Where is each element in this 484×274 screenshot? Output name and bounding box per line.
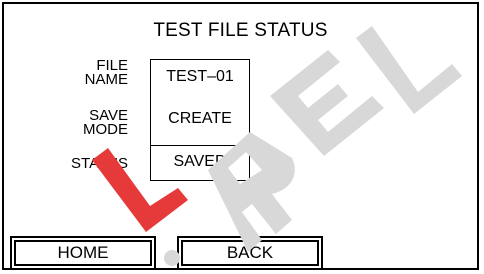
status-label-line1: STATUS bbox=[71, 155, 128, 172]
panel-frame: TEST FILE STATUS FILE NAME TEST–01 SAVE … bbox=[2, 2, 479, 270]
screen-title: TEST FILE STATUS bbox=[153, 20, 328, 41]
status-value: SAVED bbox=[150, 145, 250, 181]
file-name-label-line2: NAME bbox=[84, 71, 128, 88]
file-name-value: TEST–01 bbox=[150, 59, 250, 96]
home-button[interactable]: HOME bbox=[10, 236, 156, 270]
status-label: STATUS bbox=[71, 155, 128, 172]
save-mode-label-line2: MODE bbox=[83, 121, 128, 138]
save-mode-value: CREATE bbox=[150, 95, 250, 146]
file-name-label: FILE NAME bbox=[84, 58, 128, 88]
home-button-label: HOME bbox=[14, 240, 152, 266]
save-mode-label: SAVE MODE bbox=[83, 108, 128, 138]
back-button-label: BACK bbox=[181, 240, 319, 266]
back-button[interactable]: BACK bbox=[177, 236, 323, 270]
